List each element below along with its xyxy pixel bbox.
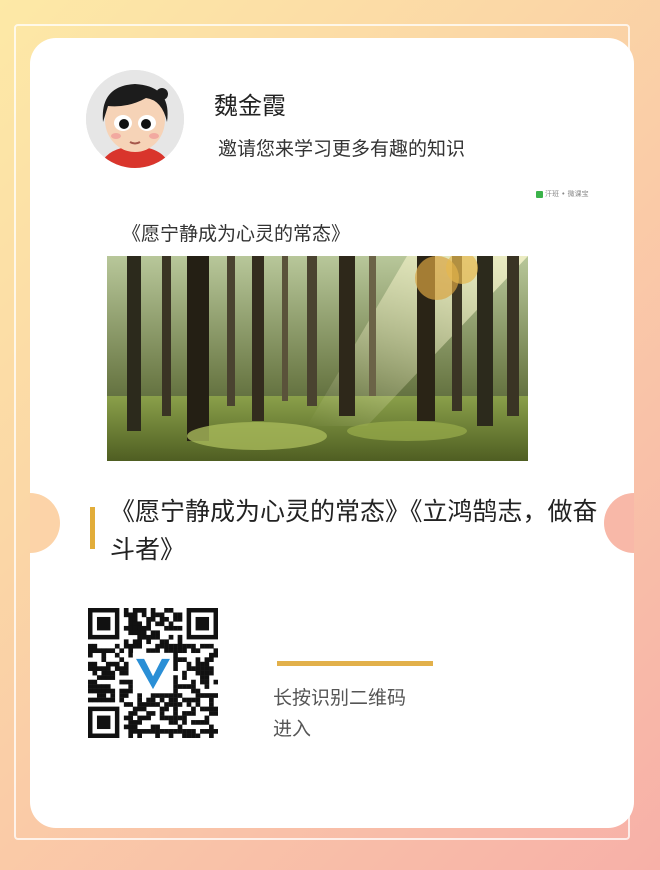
- invite-text: 邀请您来学习更多有趣的知识: [218, 138, 466, 160]
- forest-photo-icon: [107, 256, 528, 461]
- qr-hint-line2: 进入: [273, 718, 312, 740]
- gold-divider: [277, 661, 433, 666]
- card-notch-left: [30, 493, 60, 553]
- qr-code[interactable]: [88, 608, 219, 739]
- cartoon-avatar-icon: [86, 70, 184, 168]
- course-title-full: 《愿宁静成为心灵的常态》《立鸿鹄志，做奋斗者》: [110, 497, 598, 564]
- user-name: 魏金霞: [214, 92, 286, 120]
- invite-card: 魏金霞 邀请您来学习更多有趣的知识 汗班 • 微课宝 《愿宁静成为心灵的常态》: [30, 38, 634, 828]
- qr-hint-line1: 长按识别二维码: [273, 687, 407, 709]
- brand-tag: 汗班 • 微课宝: [536, 189, 589, 199]
- qr-code-icon: [88, 608, 219, 739]
- course-cover-image: [107, 256, 528, 461]
- brand-logo-icon: [536, 190, 543, 198]
- brand-label: 汗班 • 微课宝: [545, 190, 589, 198]
- title-accent-bar: [90, 507, 95, 549]
- course-title-small: 《愿宁静成为心灵的常态》: [122, 223, 351, 245]
- avatar: [86, 70, 184, 168]
